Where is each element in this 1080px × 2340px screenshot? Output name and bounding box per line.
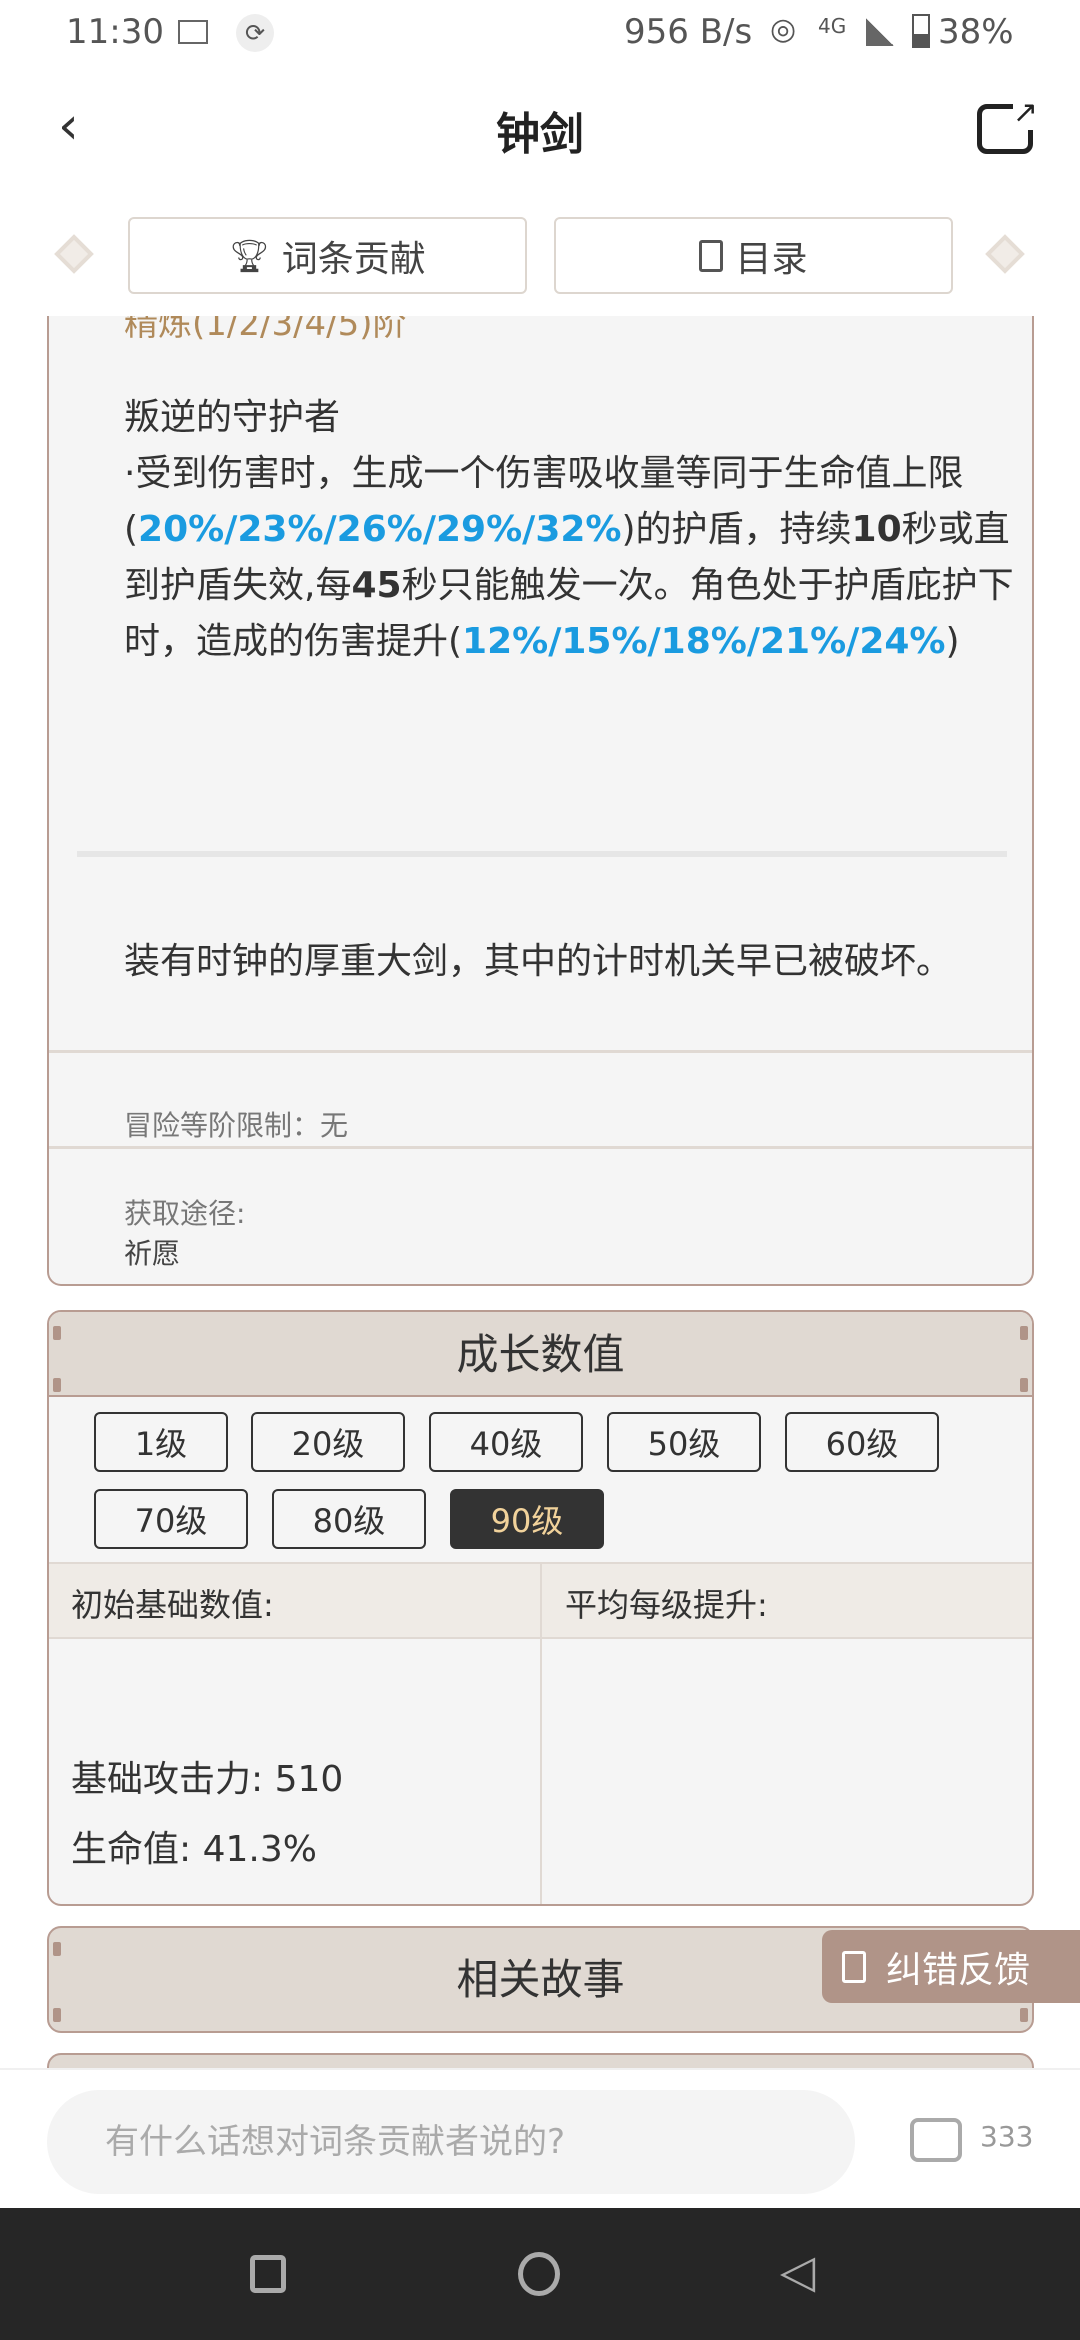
level-button[interactable]: 20级 bbox=[251, 1412, 405, 1472]
tab-label: 目录 bbox=[735, 238, 808, 280]
gallery-icon bbox=[178, 20, 208, 44]
level-button[interactable]: 50级 bbox=[607, 1412, 761, 1472]
column-divider bbox=[540, 1562, 542, 1904]
desc-segment: 12%/15%/18%/21%/24% bbox=[462, 621, 946, 662]
sync-icon: ⟳ bbox=[236, 14, 274, 52]
battery-icon bbox=[912, 14, 930, 48]
signal-icon bbox=[866, 18, 894, 46]
feedback-label: 纠错反馈 bbox=[886, 1949, 1031, 1991]
effect-name: 叛逆的守护者 bbox=[124, 397, 341, 438]
source-label: 获取途径: bbox=[124, 1197, 246, 1230]
level-button[interactable]: 80级 bbox=[272, 1489, 426, 1549]
status-time: 11:30 bbox=[66, 12, 164, 52]
diamond-ornament-icon bbox=[54, 234, 94, 274]
growth-card: 成长数值 1级 20级 40级 50级 60级 70级 80级 90级 初始基础数值: 平均每… bbox=[47, 1310, 1034, 1906]
desc-segment: 45 bbox=[351, 565, 402, 606]
status-bar: 11:30 ⟳ 956 B/s ◎ 4G 38% bbox=[0, 0, 1080, 70]
divider bbox=[49, 1050, 1032, 1053]
level-button[interactable]: 1级 bbox=[94, 1412, 228, 1472]
source-value: 祈愿 bbox=[124, 1237, 181, 1270]
growth-title: 成长数值 bbox=[49, 1312, 1032, 1397]
comment-count: 333 bbox=[980, 2120, 1034, 2153]
level-button[interactable]: 40级 bbox=[429, 1412, 583, 1472]
list-icon bbox=[699, 239, 724, 272]
desc-segment: )的护盾，持续 bbox=[621, 509, 852, 550]
net-speed: 956 B/s bbox=[624, 12, 753, 52]
comment-input[interactable]: 有什么话想对词条贡献者说的? bbox=[47, 2090, 855, 2194]
tab-contribution[interactable]: 🏆︎ 词条贡献 bbox=[128, 217, 527, 294]
home-button[interactable] bbox=[518, 2252, 560, 2296]
system-nav-bar: ◁ bbox=[0, 2208, 1080, 2340]
desc-segment: 20%/23%/26%/29%/32% bbox=[138, 509, 622, 550]
level-button[interactable]: 90级 bbox=[450, 1489, 604, 1549]
desc-segment: 10 bbox=[851, 509, 902, 550]
page-title: 钟剑 bbox=[496, 109, 584, 160]
diamond-ornament-icon bbox=[985, 234, 1025, 274]
weapon-effect-card: 精炼(1/2/3/4/5)阶 叛逆的守护者 ·受到伤害时，生成一个伤害吸收量等同… bbox=[47, 316, 1034, 1286]
comment-icon[interactable] bbox=[910, 2118, 962, 2162]
comment-bar: 有什么话想对词条贡献者说的? 333 bbox=[0, 2068, 1080, 2208]
stat-atk: 基础攻击力: 510 bbox=[71, 1759, 344, 1800]
level-button[interactable]: 60级 bbox=[785, 1412, 939, 1472]
hotspot-icon: ◎ bbox=[770, 12, 797, 47]
divider bbox=[77, 851, 1007, 857]
tab-label: 词条贡献 bbox=[281, 238, 426, 280]
refine-label: 精炼(1/2/3/4/5)阶 bbox=[124, 316, 407, 344]
divider bbox=[49, 1146, 1032, 1149]
network-type: 4G bbox=[818, 14, 847, 38]
back-nav-button[interactable]: ◁ bbox=[780, 2244, 815, 2298]
edit-icon bbox=[842, 1950, 866, 1983]
effect-description: ·受到伤害时，生成一个伤害吸收量等同于生命值上限(20%/23%/26%/29%… bbox=[124, 446, 1032, 670]
desc-segment: ) bbox=[945, 621, 960, 662]
share-icon: ↗ bbox=[1012, 95, 1038, 130]
recent-apps-button[interactable] bbox=[250, 2255, 286, 2293]
trophy-icon: 🏆︎ bbox=[229, 236, 270, 275]
tab-contents[interactable]: 目录 bbox=[554, 217, 953, 294]
share-button[interactable]: ↗ bbox=[977, 95, 1038, 154]
col-growth-header: 平均每级提升: bbox=[565, 1586, 768, 1624]
level-button[interactable]: 70级 bbox=[94, 1489, 248, 1549]
stat-hp: 生命值: 41.3% bbox=[71, 1829, 317, 1870]
lore-text: 装有时钟的厚重大剑，其中的计时机关早已被破坏。 bbox=[124, 941, 953, 982]
feedback-button[interactable]: 纠错反馈 bbox=[822, 1930, 1080, 2003]
content-scroll[interactable]: 精炼(1/2/3/4/5)阶 叛逆的守护者 ·受到伤害时，生成一个伤害吸收量等同… bbox=[0, 316, 1080, 1296]
col-base-header: 初始基础数值: bbox=[71, 1586, 274, 1624]
battery-level: 38% bbox=[938, 12, 1014, 52]
